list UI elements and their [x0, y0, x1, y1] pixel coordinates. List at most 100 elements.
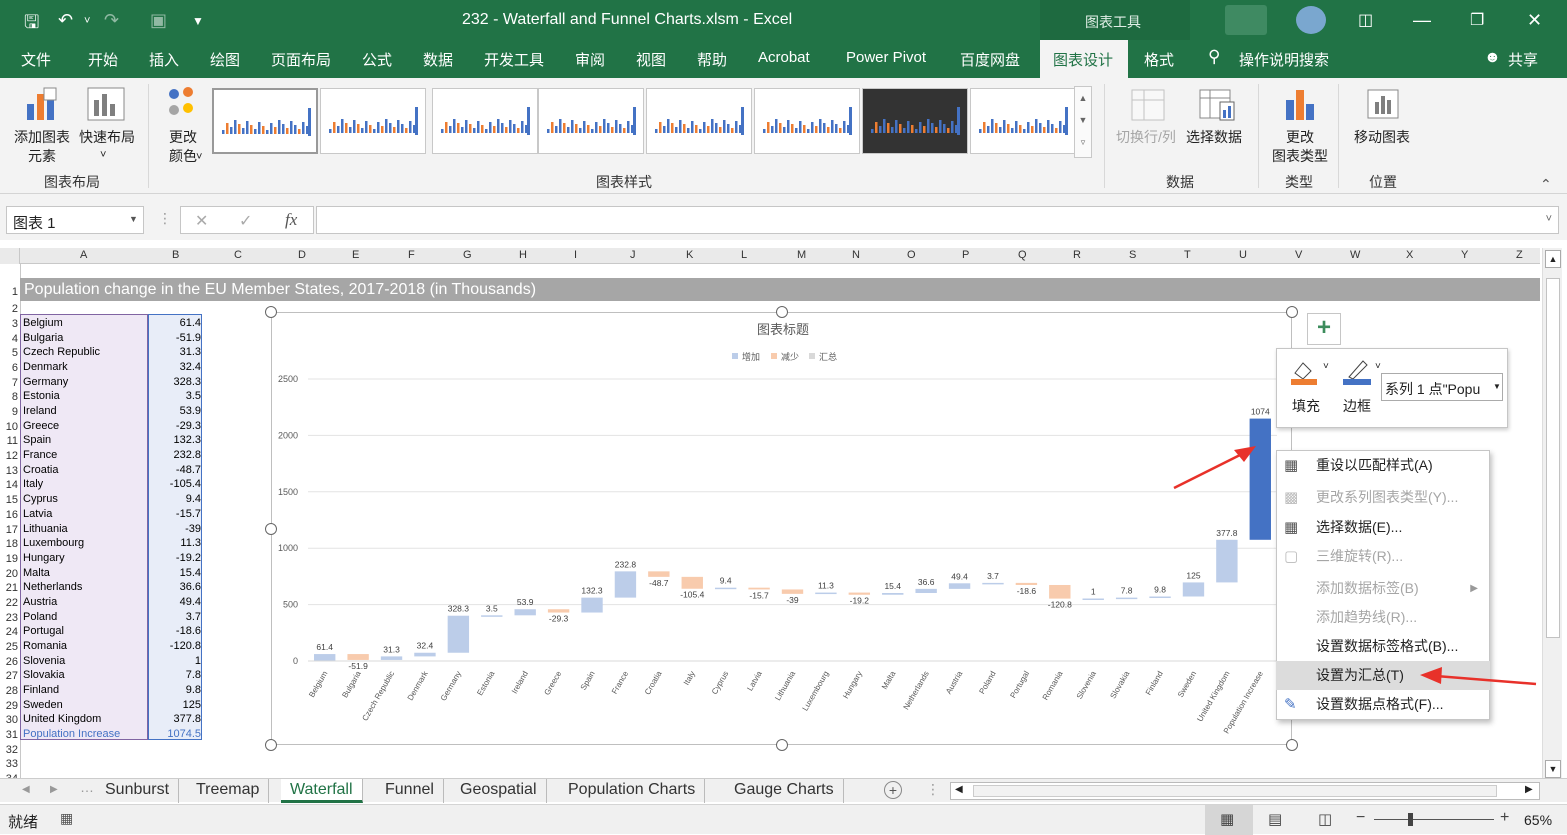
waterfall-bar[interactable] — [1216, 539, 1238, 583]
cell-country[interactable]: Slovakia — [23, 669, 65, 681]
column-header-Y[interactable]: Y — [1461, 249, 1468, 261]
row-header[interactable]: 4 — [0, 333, 20, 345]
row-header[interactable]: 27 — [0, 670, 20, 682]
data-label[interactable]: 9.8 — [1154, 585, 1166, 595]
tab-review[interactable]: 审阅 — [575, 49, 605, 70]
tab-page-layout[interactable]: 页面布局 — [271, 49, 331, 70]
cell-country[interactable]: Croatia — [23, 464, 58, 476]
data-label[interactable]: -15.7 — [749, 590, 769, 600]
insert-function-icon[interactable]: fx — [285, 210, 297, 230]
column-header-Z[interactable]: Z — [1516, 249, 1523, 261]
context-menu-item-3[interactable]: 选择数据(E)... ▦ — [1276, 513, 1490, 542]
legend-label[interactable]: 减少 — [781, 351, 799, 362]
context-menu-item-2[interactable]: 更改系列图表类型(Y)... ▩ — [1276, 483, 1490, 512]
context-menu-item-9[interactable]: 设置数据点格式(F)... ✎ — [1276, 690, 1490, 719]
row-header[interactable]: 33 — [0, 758, 20, 770]
chart-elements-plus-icon[interactable]: + — [1307, 313, 1341, 345]
border-dropdown-icon[interactable]: ˅ — [1375, 361, 1381, 372]
row-header[interactable]: 22 — [0, 597, 20, 609]
row-header[interactable]: 14 — [0, 479, 20, 491]
row-header[interactable]: 32 — [0, 744, 20, 756]
waterfall-bar[interactable] — [714, 587, 737, 590]
chart-style-thumb-4[interactable] — [538, 88, 644, 154]
fill-dropdown-icon[interactable]: ˅ — [1323, 361, 1329, 372]
row-header[interactable]: 3 — [0, 318, 20, 330]
column-header-F[interactable]: F — [408, 249, 415, 261]
cell-country[interactable]: Estonia — [23, 390, 60, 402]
tab-insert[interactable]: 插入 — [149, 49, 179, 70]
waterfall-chart[interactable]: 图表标题 增加 减少 汇总 0 500 1000 1500 2000 2500 61.4 Belgiu… — [271, 312, 1292, 745]
undo-dropdown-icon[interactable]: ˅ — [84, 15, 90, 27]
border-icon[interactable] — [1341, 357, 1375, 385]
sheet-next-icon[interactable]: ▶ — [50, 784, 58, 795]
tab-baidu[interactable]: 百度网盘 — [960, 49, 1020, 70]
resize-handle-tr[interactable] — [1286, 306, 1298, 318]
waterfall-bar[interactable] — [648, 571, 670, 577]
cell-value[interactable]: -39 — [150, 523, 201, 535]
restore-icon[interactable]: ❐ — [1470, 10, 1484, 30]
column-header-V[interactable]: V — [1295, 249, 1302, 261]
cell-country[interactable]: Netherlands — [23, 581, 82, 593]
waterfall-bar[interactable] — [781, 589, 804, 594]
cell-value[interactable]: 53.9 — [150, 405, 201, 417]
scroll-right-icon[interactable]: ▶ — [1525, 784, 1533, 795]
column-header-I[interactable]: I — [574, 249, 577, 261]
cell-value[interactable]: -18.6 — [150, 625, 201, 637]
row-header[interactable]: 10 — [0, 421, 20, 433]
waterfall-bar[interactable] — [447, 615, 470, 653]
tab-developer[interactable]: 开发工具 — [484, 49, 544, 70]
data-label[interactable]: -19.2 — [850, 596, 870, 606]
resize-handle-tl[interactable] — [265, 306, 277, 318]
data-label[interactable]: 328.3 — [448, 604, 470, 614]
waterfall-bar[interactable] — [915, 588, 937, 594]
undo-icon[interactable]: ↶ — [58, 10, 73, 31]
vertical-scroll-thumb[interactable] — [1546, 278, 1560, 638]
cell-country[interactable]: United Kingdom — [23, 713, 101, 725]
row-header[interactable]: 15 — [0, 494, 20, 506]
cell-value[interactable]: -51.9 — [150, 332, 201, 344]
row-header[interactable]: 18 — [0, 538, 20, 550]
data-label[interactable]: 3.5 — [486, 603, 498, 613]
scroll-left-icon[interactable]: ◀ — [955, 784, 963, 795]
data-label[interactable]: 3.7 — [987, 571, 999, 581]
waterfall-bar[interactable] — [748, 587, 770, 590]
tab-help[interactable]: 帮助 — [697, 49, 727, 70]
column-header-E[interactable]: E — [352, 249, 359, 261]
resize-handle-br[interactable] — [1286, 739, 1298, 751]
column-header-A[interactable]: A — [80, 249, 87, 261]
data-label[interactable]: -105.4 — [680, 590, 704, 600]
sheet-more-icon[interactable]: … — [80, 779, 94, 795]
sheet-tab-funnel[interactable]: Funnel — [376, 779, 444, 803]
page-layout-view-icon[interactable]: ▤ — [1268, 810, 1282, 828]
cell-value[interactable]: 61.4 — [150, 317, 201, 329]
cell-value[interactable]: -29.3 — [150, 420, 201, 432]
data-label[interactable]: 7.8 — [1121, 586, 1133, 596]
waterfall-bar[interactable] — [1149, 596, 1171, 599]
row-header[interactable]: 16 — [0, 509, 20, 521]
tab-formulas[interactable]: 公式 — [362, 49, 392, 70]
tab-acrobat[interactable]: Acrobat — [758, 49, 810, 66]
waterfall-bar[interactable] — [848, 592, 871, 595]
share-button[interactable]: 共享 — [1508, 49, 1538, 70]
row-header[interactable]: 13 — [0, 465, 20, 477]
column-header-T[interactable]: T — [1184, 249, 1191, 261]
vertical-scrollbar[interactable]: ▲ ▼ — [1542, 248, 1562, 778]
tab-data[interactable]: 数据 — [423, 49, 453, 70]
tab-chart-design[interactable]: 图表设计 — [1053, 49, 1113, 70]
redo-icon[interactable]: ↷ — [104, 10, 119, 31]
avatar[interactable] — [1296, 6, 1326, 34]
cell-country[interactable]: Spain — [23, 434, 51, 446]
data-label[interactable]: 9.4 — [720, 576, 732, 586]
row-header[interactable]: 19 — [0, 553, 20, 565]
context-menu-item-6[interactable]: 添加趋势线(R)... — [1276, 603, 1490, 632]
column-header-B[interactable]: B — [172, 249, 179, 261]
cell-country[interactable]: Latvia — [23, 508, 52, 520]
sheet-tab-waterfall[interactable]: Waterfall — [281, 779, 363, 803]
column-header-U[interactable]: U — [1239, 249, 1247, 261]
cell-country[interactable]: Bulgaria — [23, 332, 63, 344]
cell-value[interactable]: 1074.5 — [150, 728, 201, 740]
waterfall-bar[interactable] — [347, 654, 369, 660]
data-label[interactable]: 11.3 — [818, 581, 834, 591]
waterfall-bar[interactable] — [581, 597, 603, 613]
customize-qat-icon[interactable]: ▼ — [192, 14, 204, 28]
